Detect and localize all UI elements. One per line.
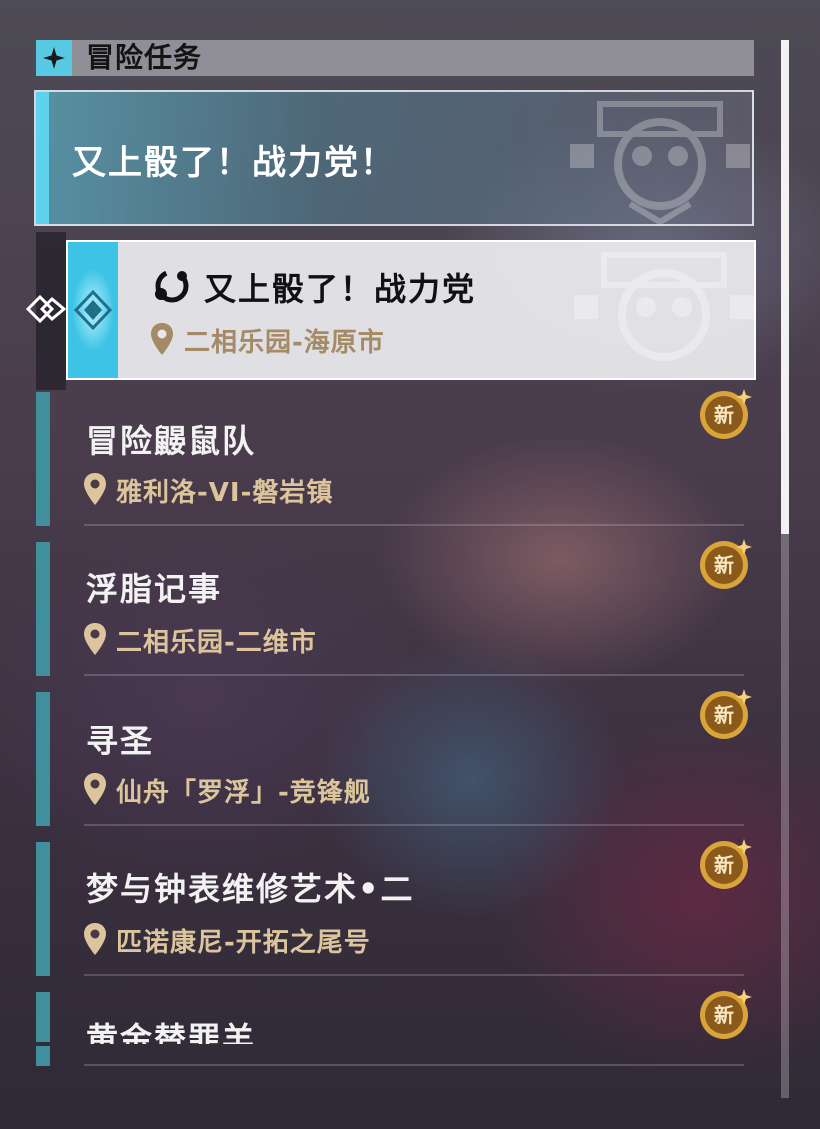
divider: [84, 524, 744, 526]
group-title: 又上骰了！战力党！: [72, 143, 396, 183]
divider: [84, 824, 744, 826]
diamond-star-icon: [36, 40, 72, 76]
list-item-accent: [36, 1046, 50, 1066]
quest-title: 浮脂记事: [86, 570, 223, 608]
quest-title: 梦与钟表维修艺术•二: [86, 870, 415, 908]
quest-title: 黄金替罪羊: [86, 1020, 257, 1044]
divider: [84, 1064, 744, 1066]
quest-title: 寻圣: [86, 722, 155, 760]
location-pin-icon: [151, 323, 173, 355]
location-pin-icon: [84, 773, 106, 805]
quest-location: 雅利洛-VI-磐岩镇: [116, 478, 334, 508]
quest-location: 二相乐园-二维市: [116, 628, 317, 658]
section-title: 冒险任务: [86, 41, 203, 74]
new-badge: 新: [700, 539, 752, 589]
new-badge: 新: [700, 989, 752, 1039]
new-badge: 新: [700, 839, 752, 889]
scrollbar-thumb[interactable]: [781, 40, 789, 534]
quest-type-icon: [155, 269, 189, 303]
divider: [84, 974, 744, 976]
list-item[interactable]: 黄金替罪羊: [36, 992, 756, 1044]
quest-location: 仙舟「罗浮」-竞锋舰: [116, 778, 371, 808]
faction-emblem-icon: [574, 252, 754, 361]
location-pin-icon: [84, 473, 106, 505]
divider: [84, 674, 744, 676]
new-badge: 新: [700, 389, 752, 439]
selected-quest-title: 又上骰了！战力党: [204, 270, 477, 308]
svg-text:新: 新: [714, 853, 734, 877]
quest-title: 冒险鼹鼠队: [86, 422, 257, 460]
svg-text:新: 新: [714, 1003, 734, 1027]
svg-text:新: 新: [714, 703, 734, 727]
quest-tile: [68, 242, 118, 378]
location-pin-icon: [84, 923, 106, 955]
svg-text:新: 新: [714, 553, 734, 577]
faction-emblem-icon: [570, 101, 750, 224]
svg-text:新: 新: [714, 403, 734, 427]
selected-quest-location: 二相乐园-海原市: [184, 328, 385, 358]
selection-arrow-icon: [26, 294, 66, 324]
location-pin-icon: [84, 623, 106, 655]
group-accent-bar: [36, 92, 49, 224]
quest-location: 匹诺康尼-开拓之尾号: [116, 928, 371, 958]
new-badge: 新: [700, 689, 752, 739]
diamond-icon: [73, 289, 113, 331]
